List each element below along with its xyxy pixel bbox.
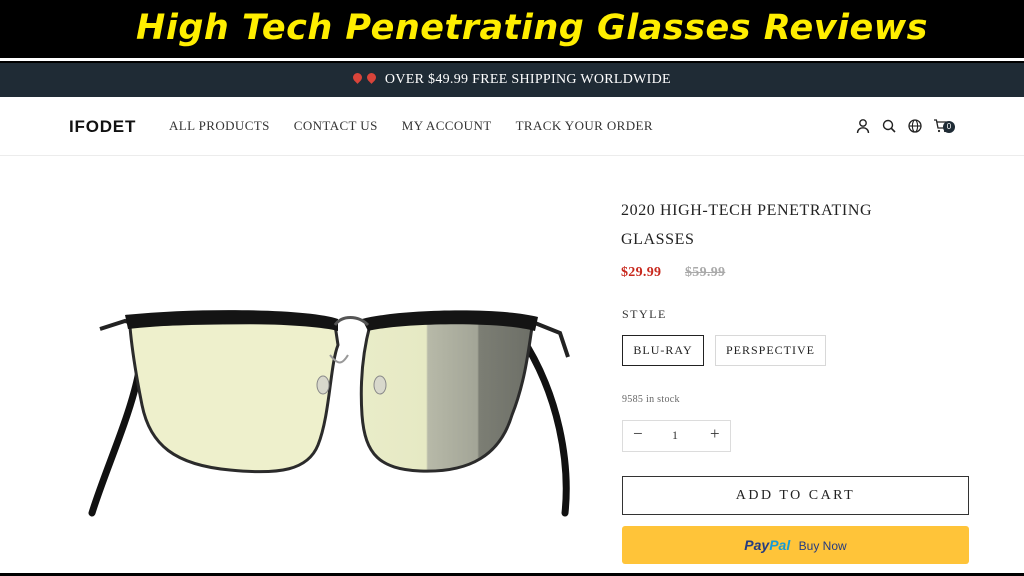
shipping-text: OVER $49.99 FREE SHIPPING WORLDWIDE (384, 72, 671, 87)
quantity-value[interactable]: 1 (672, 428, 678, 443)
compare-at-price: $59.99 (685, 265, 726, 280)
style-option-perspective[interactable]: PERSPECTIVE (715, 335, 826, 366)
cart-count-badge: 0 (943, 121, 955, 133)
main-nav: ALL PRODUCTS CONTACT US MY ACCOUNT TRACK… (169, 118, 677, 134)
nav-track-order[interactable]: TRACK YOUR ORDER (516, 118, 653, 134)
product-page: IFODET ALL PRODUCTS CONTACT US MY ACCOUN… (0, 97, 1024, 573)
minus-icon[interactable]: − (633, 424, 643, 444)
store-logo[interactable]: IFODET (69, 117, 136, 137)
user-icon[interactable] (855, 118, 871, 134)
nav-all-products[interactable]: ALL PRODUCTS (169, 118, 270, 134)
paypal-logo-pay: Pay (744, 537, 770, 553)
paypal-buy-now-button[interactable]: PayPal Buy Now (622, 526, 969, 564)
banner-divider (0, 58, 1024, 61)
quantity-stepper: − 1 + (622, 420, 731, 452)
video-title-banner: High Tech Penetrating Glasses Reviews (0, 0, 1024, 61)
add-to-cart-button[interactable]: ADD TO CART (622, 476, 969, 515)
globe-icon[interactable] (907, 118, 923, 134)
pin-icon (365, 71, 378, 84)
banner-title: High Tech Penetrating Glasses Reviews (136, 8, 928, 48)
product-image-glasses[interactable] (80, 295, 580, 545)
paypal-buy-now-label: Buy Now (798, 539, 847, 553)
nav-contact-us[interactable]: CONTACT US (294, 118, 378, 134)
plus-icon[interactable]: + (710, 424, 720, 444)
nav-my-account[interactable]: MY ACCOUNT (402, 118, 492, 134)
site-header: IFODET ALL PRODUCTS CONTACT US MY ACCOUN… (0, 97, 1024, 156)
search-icon[interactable] (881, 118, 897, 134)
style-label: STYLE (622, 307, 667, 321)
paypal-logo-pal: Pal (769, 537, 791, 553)
product-title: 2020 HIGH-TECH PENETRATING GLASSES (621, 202, 873, 248)
product-price: $29.99 (621, 265, 662, 280)
header-icons: 0 (855, 118, 955, 134)
shipping-announcement-bar: OVER $49.99 FREE SHIPPING WORLDWIDE (0, 63, 1024, 97)
pin-icon (351, 71, 364, 84)
style-option-blu-ray[interactable]: BLU-RAY (622, 335, 704, 366)
stock-status: 9585 in stock (622, 394, 680, 405)
